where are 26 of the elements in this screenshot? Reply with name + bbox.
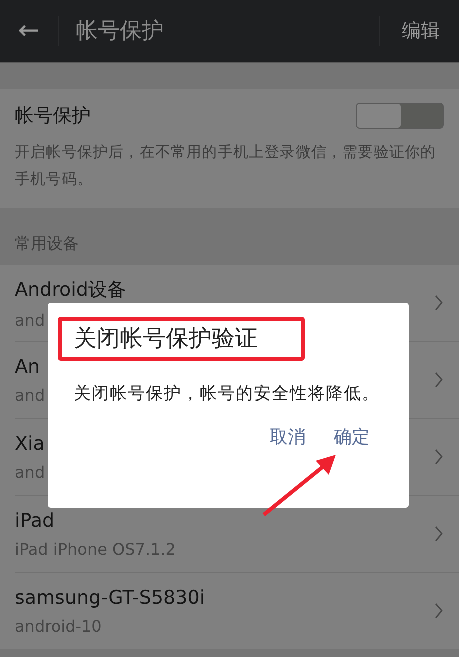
back-button[interactable]: ← [0, 7, 58, 55]
setting-label: 帐号保护 [15, 104, 91, 129]
chevron-icon [435, 603, 443, 619]
setting-description: 开启帐号保护后，在不常用的手机上登录微信，需要验证你的手机号码。 [15, 142, 438, 190]
cancel-button[interactable]: 取消 [270, 425, 306, 449]
toggle-switch[interactable] [356, 103, 444, 129]
chevron-icon [435, 526, 443, 542]
device-detail: and [15, 386, 46, 404]
page-title: 帐号保护 [75, 18, 165, 46]
dialog-title: 关闭帐号保护验证 [74, 325, 258, 353]
dialog-message: 关闭帐号保护，帐号的安全性将降低。 [74, 383, 381, 406]
edit-button[interactable]: 编辑 [380, 18, 459, 44]
chevron-icon [435, 449, 443, 465]
device-detail: and [15, 462, 46, 482]
device-name: An [15, 356, 40, 378]
device-detail: and [15, 310, 46, 330]
device-detail: android-10 [15, 616, 102, 636]
chevron-icon [435, 372, 443, 388]
section-title: 常用设备 [14, 233, 80, 255]
device-name: Xia [15, 432, 45, 454]
device-detail: iPad iPhone OS7.1.2 [15, 540, 176, 558]
confirm-button[interactable]: 确定 [334, 425, 370, 449]
chevron-icon [435, 295, 443, 311]
device-name: iPad [15, 510, 55, 532]
device-name: Android设备 [15, 278, 126, 302]
device-name: samsung-GT-S5830i [15, 586, 206, 608]
